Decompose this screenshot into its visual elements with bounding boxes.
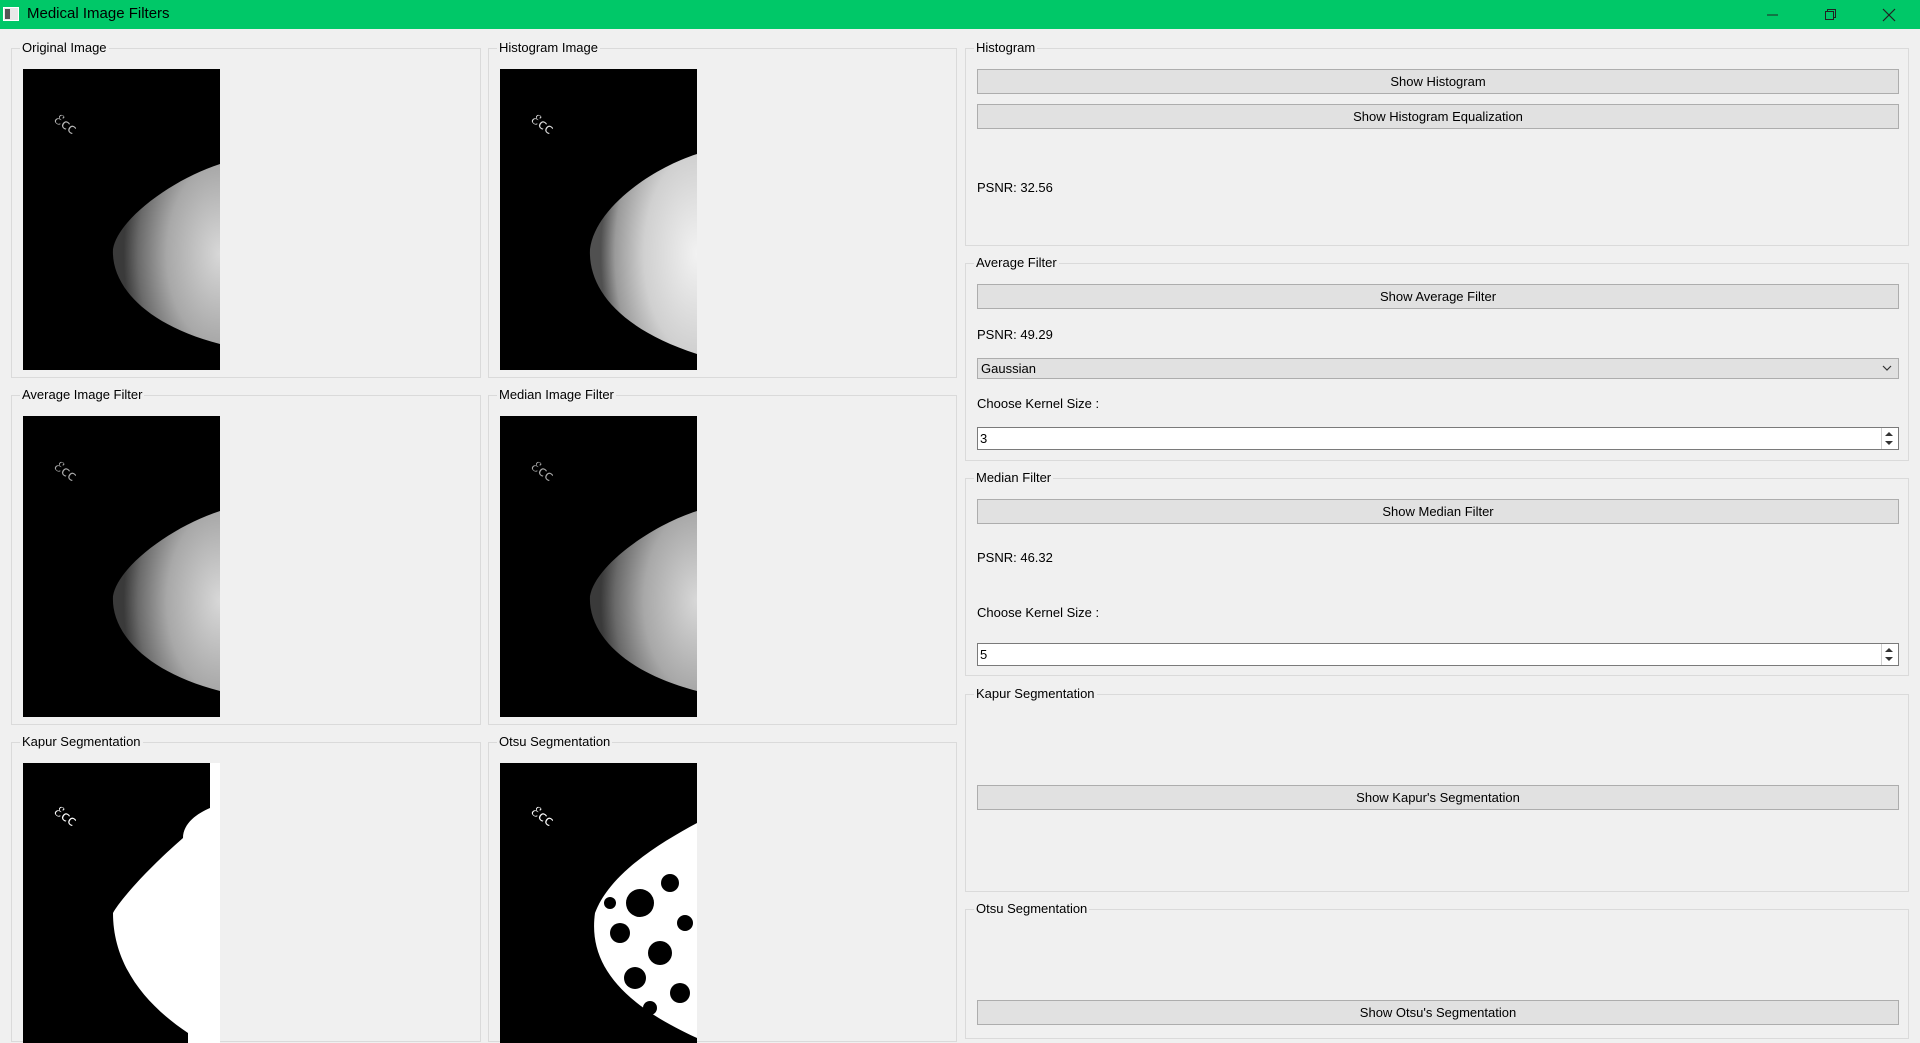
median-kernel-spinbox[interactable]: 5 <box>977 643 1899 666</box>
filter-type-select[interactable]: Gaussian <box>977 358 1899 379</box>
kapur-image-title: Kapur Segmentation <box>20 734 143 749</box>
original-image: ℰcc <box>23 69 220 370</box>
chevron-down-icon <box>1882 365 1892 371</box>
minimize-button[interactable] <box>1744 0 1802 29</box>
otsu-image-group: Otsu Segmentation ℰcc <box>488 734 957 1043</box>
kapur-image-group: Kapur Segmentation ℰcc <box>11 734 481 1043</box>
otsu-image: ℰcc <box>500 763 697 1043</box>
median-image-title: Median Image Filter <box>497 387 616 402</box>
otsu-segmentation-group: Otsu Segmentation Show Otsu's Segmentati… <box>965 901 1909 1039</box>
close-button[interactable] <box>1860 0 1918 29</box>
histogram-image: ℰcc <box>500 69 697 370</box>
title-bar: Medical Image Filters <box>0 0 1920 29</box>
average-image: ℰcc <box>23 416 220 717</box>
app-icon <box>3 7 19 21</box>
median-filter-title: Median Filter <box>974 470 1054 485</box>
show-average-filter-button[interactable]: Show Average Filter <box>977 284 1899 309</box>
histogram-title: Histogram <box>974 40 1038 55</box>
kapur-image: ℰcc <box>23 763 220 1043</box>
show-kapur-segmentation-button[interactable]: Show Kapur's Segmentation <box>977 785 1899 810</box>
otsu-segmentation-title: Otsu Segmentation <box>974 901 1090 916</box>
minimize-icon <box>1767 14 1778 15</box>
close-icon <box>1882 8 1896 21</box>
original-image-group: Original Image ℰcc <box>11 40 481 378</box>
average-image-title: Average Image Filter <box>20 387 145 402</box>
restore-button[interactable] <box>1802 0 1860 29</box>
kernel-spin-buttons[interactable] <box>1881 428 1898 449</box>
average-image-group: Average Image Filter ℰcc <box>11 387 481 725</box>
show-histogram-button[interactable]: Show Histogram <box>977 69 1899 94</box>
average-kernel-label: Choose Kernel Size : <box>977 396 1100 411</box>
histogram-group: Histogram Show Histogram Show Histogram … <box>965 40 1909 246</box>
average-psnr: PSNR: 49.29 <box>977 327 1053 342</box>
filter-type-value: Gaussian <box>981 361 1036 376</box>
spin-down-icon[interactable] <box>1885 657 1893 661</box>
median-kernel-label: Choose Kernel Size : <box>977 605 1100 620</box>
spin-up-icon[interactable] <box>1885 432 1893 436</box>
median-filter-group: Median Filter Show Median Filter PSNR: 4… <box>965 470 1909 676</box>
histogram-image-title: Histogram Image <box>497 40 600 55</box>
median-image-group: Median Image Filter ℰcc <box>488 387 957 725</box>
show-median-filter-button[interactable]: Show Median Filter <box>977 499 1899 524</box>
show-otsu-segmentation-button[interactable]: Show Otsu's Segmentation <box>977 1000 1899 1025</box>
average-filter-title: Average Filter <box>974 255 1059 270</box>
histogram-image-group: Histogram Image ℰcc <box>488 40 957 378</box>
show-histogram-equalization-button[interactable]: Show Histogram Equalization <box>977 104 1899 129</box>
kapur-segmentation-title: Kapur Segmentation <box>974 686 1097 701</box>
kernel-spin-buttons[interactable] <box>1881 644 1898 665</box>
window-title: Medical Image Filters <box>27 5 170 22</box>
histogram-psnr: PSNR: 32.56 <box>977 180 1053 195</box>
median-psnr: PSNR: 46.32 <box>977 550 1053 565</box>
spin-down-icon[interactable] <box>1885 441 1893 445</box>
median-kernel-value: 5 <box>980 647 988 662</box>
restore-icon <box>1825 8 1836 20</box>
spin-up-icon[interactable] <box>1885 648 1893 652</box>
average-kernel-value: 3 <box>980 431 988 446</box>
otsu-image-title: Otsu Segmentation <box>497 734 613 749</box>
average-kernel-spinbox[interactable]: 3 <box>977 427 1899 450</box>
original-image-title: Original Image <box>20 40 109 55</box>
median-image: ℰcc <box>500 416 697 717</box>
average-filter-group: Average Filter Show Average Filter PSNR:… <box>965 255 1909 461</box>
kapur-segmentation-group: Kapur Segmentation Show Kapur's Segmenta… <box>965 686 1909 892</box>
